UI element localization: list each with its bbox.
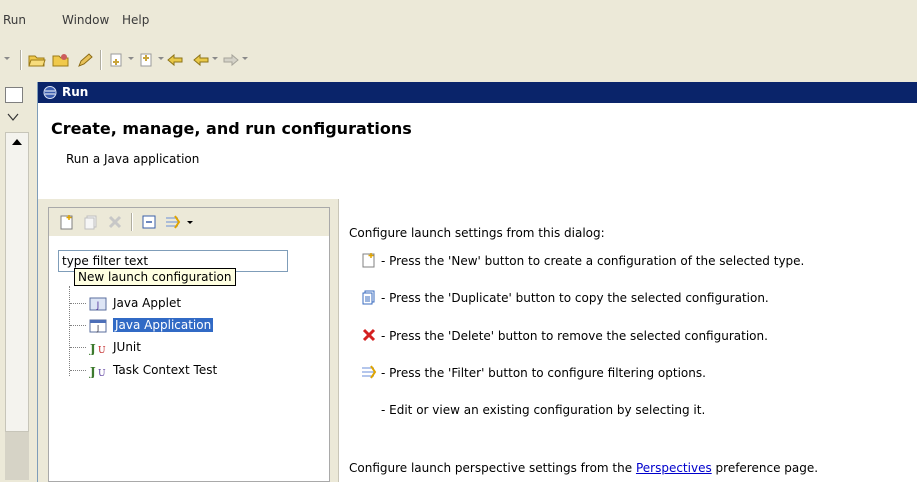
tree-guide-line (70, 370, 86, 371)
svg-text:J: J (96, 324, 99, 333)
restore-icon[interactable] (5, 87, 23, 103)
pencil-icon[interactable] (76, 52, 94, 68)
tree-item-java-applet[interactable]: J Java Applet (89, 294, 181, 312)
info-panel: Configure launch settings from this dial… (338, 199, 917, 482)
open-type-icon[interactable] (52, 52, 70, 68)
svg-text:J: J (89, 342, 96, 355)
info-intro: Configure launch settings from this dial… (349, 226, 605, 240)
delete-icon[interactable] (107, 214, 123, 230)
duplicate-icon[interactable] (83, 214, 99, 230)
dialog-titlebar[interactable]: Run (38, 82, 917, 103)
info-footer-suffix: preference page. (715, 461, 819, 475)
duplicate-icon (362, 290, 375, 305)
tree-guide-line (70, 347, 86, 348)
delete-icon (362, 328, 376, 342)
main-toolbar (0, 38, 917, 78)
tree-item-junit[interactable]: JU JUnit (89, 338, 141, 356)
menu-bar: Run Window Help (0, 0, 917, 38)
junit-icon: JU (89, 342, 106, 355)
info-line-edit: - Edit or view an existing configuration… (381, 403, 706, 417)
run-dialog: Run Create, manage, and run configuratio… (37, 82, 917, 482)
new-launch-config-icon[interactable] (59, 214, 75, 230)
filter-icon (362, 365, 377, 379)
toolbar-separator (131, 213, 133, 231)
info-footer: Configure launch perspective settings fr… (349, 461, 818, 475)
scroll-up-icon[interactable] (11, 137, 23, 147)
svg-text:U: U (98, 346, 106, 355)
tree-guide-line (70, 303, 86, 304)
scrollbar[interactable] (5, 132, 29, 480)
dropdown-arrow-icon[interactable] (128, 57, 134, 60)
filter-icon[interactable] (165, 214, 181, 230)
menu-help[interactable]: Help (122, 13, 149, 27)
page-title: Create, manage, and run configurations (51, 119, 412, 138)
info-line-duplicate: - Press the 'Duplicate' button to copy t… (381, 291, 769, 305)
dropdown-arrow-icon[interactable] (242, 57, 248, 60)
forward-icon[interactable] (222, 52, 240, 68)
info-line-filter: - Press the 'Filter' button to configure… (381, 366, 706, 380)
menu-window[interactable]: Window (62, 13, 109, 27)
tree-item-task-context-test[interactable]: JU Task Context Test (89, 361, 217, 379)
svg-text:J: J (96, 301, 100, 311)
previous-annotation-icon[interactable] (138, 52, 156, 68)
dropdown-arrow-icon[interactable] (4, 57, 10, 60)
dropdown-arrow-icon[interactable] (158, 57, 164, 60)
new-icon (362, 253, 375, 268)
info-line-delete: - Press the 'Delete' button to remove th… (381, 329, 768, 343)
launch-config-panel: New launch configuration J Java Applet J… (48, 207, 330, 482)
java-applet-icon: J (89, 297, 107, 311)
page-subtitle: Run a Java application (66, 152, 200, 166)
scrollbar-thumb[interactable] (5, 132, 29, 432)
workbench-side-strip (0, 78, 32, 482)
info-footer-prefix: Configure launch perspective settings fr… (349, 461, 633, 475)
svg-text:U: U (98, 369, 106, 378)
dialog-body: New launch configuration J Java Applet J… (38, 199, 917, 482)
next-annotation-icon[interactable] (108, 52, 126, 68)
task-context-test-icon: JU (89, 365, 106, 378)
filter-dropdown-icon[interactable] (187, 221, 193, 224)
perspectives-link[interactable]: Perspectives (636, 461, 712, 475)
back-icon[interactable] (192, 52, 210, 68)
tree-guide-line (69, 286, 70, 376)
svg-text:J: J (89, 365, 96, 378)
last-edit-location-icon[interactable] (166, 52, 184, 68)
toolbar-separator (20, 50, 22, 70)
tree-item-java-application[interactable]: J Java Application (89, 316, 214, 334)
launch-config-toolbar (49, 208, 329, 236)
tree-guide-line (70, 325, 86, 326)
eclipse-icon (43, 86, 57, 99)
chevron-down-icon[interactable] (6, 112, 20, 122)
info-line-new: - Press the 'New' button to create a con… (381, 254, 805, 268)
toolbar-separator (100, 50, 102, 70)
open-folder-icon[interactable] (28, 52, 46, 68)
dialog-title: Run (62, 85, 89, 99)
dropdown-arrow-icon[interactable] (212, 57, 218, 60)
tooltip: New launch configuration (74, 268, 236, 286)
java-application-icon: J (89, 319, 107, 333)
collapse-all-icon[interactable] (141, 214, 157, 230)
menu-run[interactable]: Run (3, 13, 26, 27)
